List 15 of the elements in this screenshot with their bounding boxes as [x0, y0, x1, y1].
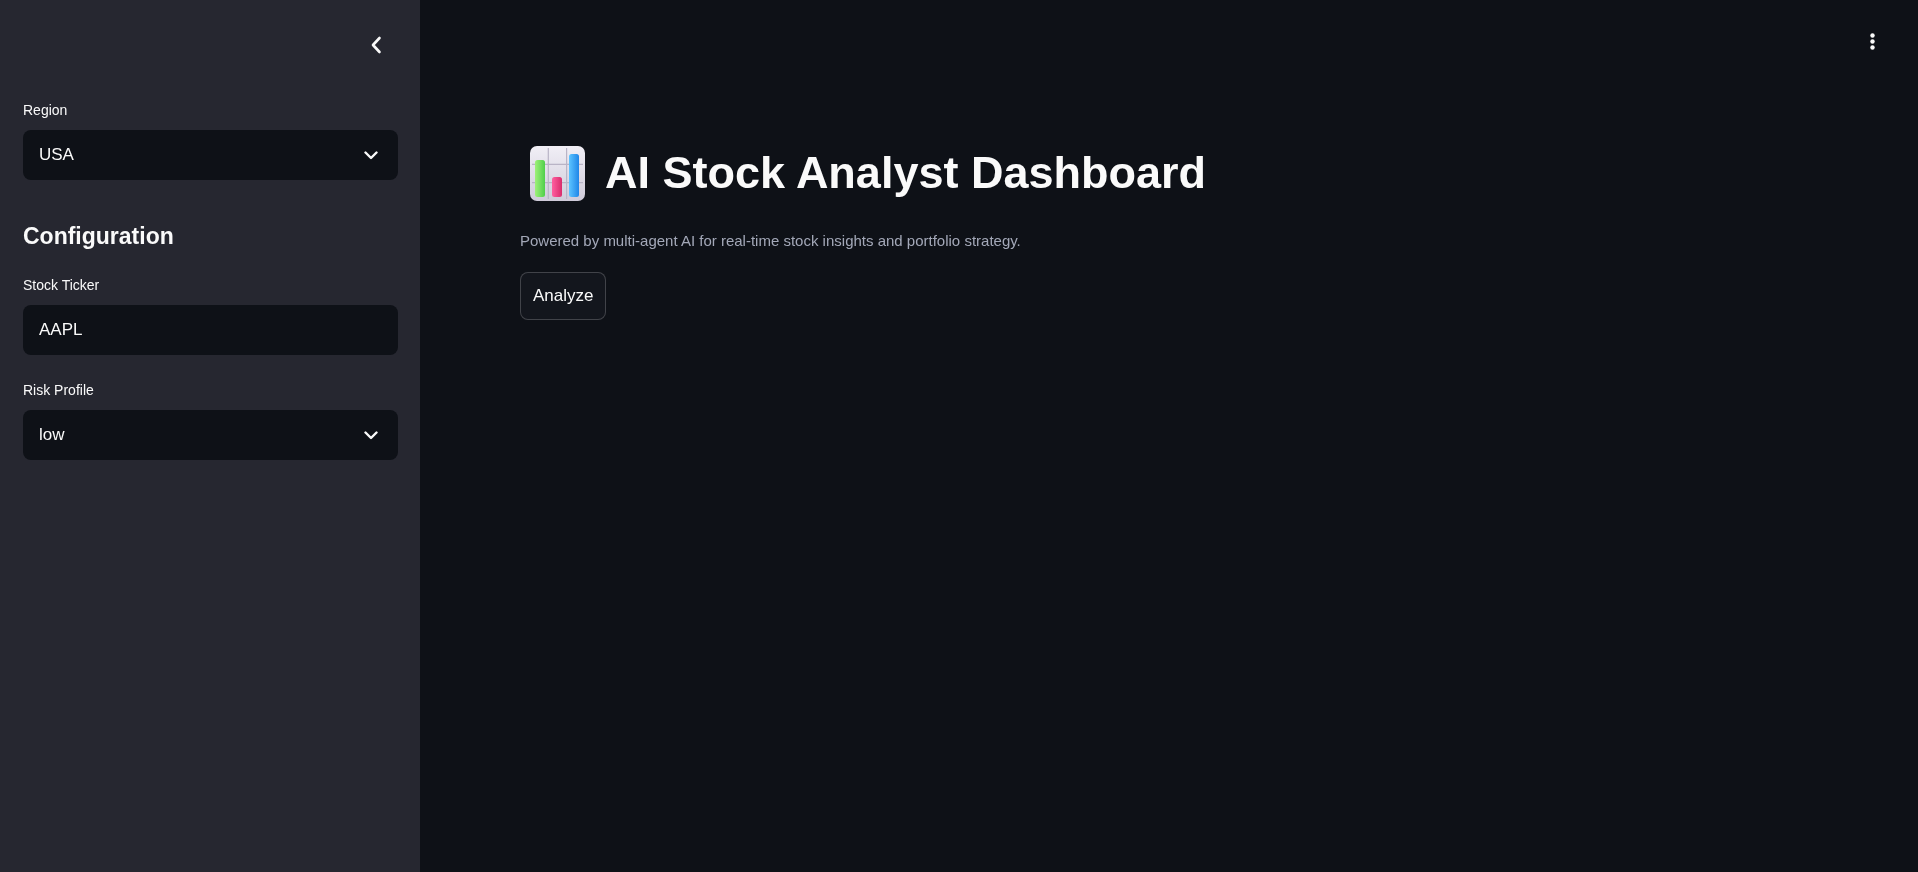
text-input[interactable]: AAPL: [23, 305, 398, 355]
dropdown-select[interactable]: low: [23, 410, 398, 460]
chevron-down-icon: [364, 150, 378, 160]
chevron-left-icon: [370, 36, 382, 54]
page-subtitle: Powered by multi-agent AI for real-time stock insights and portfolio strategy.: [520, 231, 1021, 251]
section-heading: Configuration: [23, 222, 174, 251]
field-label: Region: [23, 101, 68, 120]
bar-chart-icon: [530, 145, 585, 201]
dropdown-select[interactable]: USA: [23, 130, 398, 180]
chevron-down-icon: [364, 430, 378, 440]
field-label: Risk Profile: [23, 381, 94, 400]
field-label: Stock Ticker: [23, 276, 100, 295]
analyze-button[interactable]: Analyze: [520, 272, 607, 320]
more-vertical-icon: [1869, 32, 1875, 50]
page-title: AI Stock Analyst Dashboard: [605, 146, 1206, 200]
